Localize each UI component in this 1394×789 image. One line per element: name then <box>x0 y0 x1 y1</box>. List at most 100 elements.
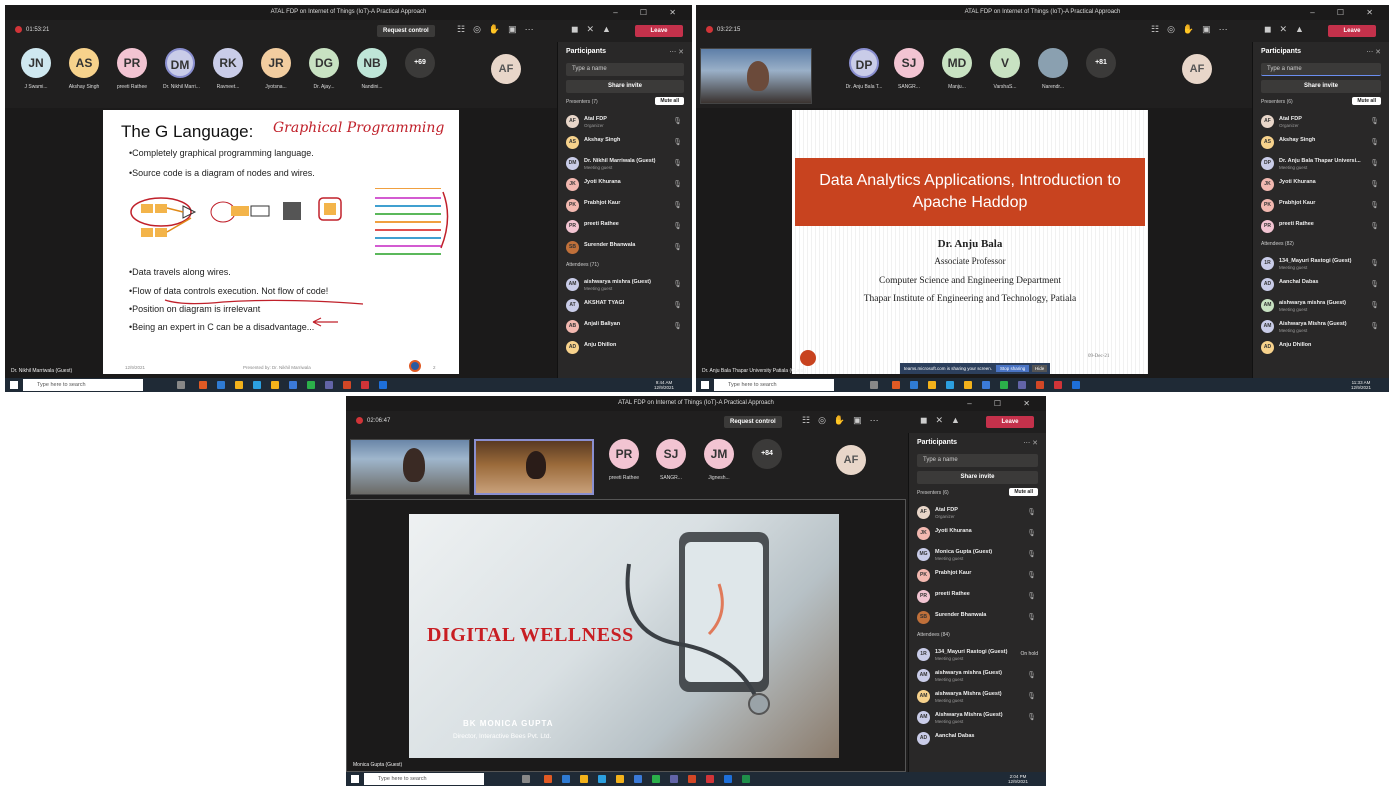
participant-row[interactable]: AM aishwarya Mishra (Guest) Meeting guest 🎙 <box>917 687 1038 708</box>
participant-row[interactable]: SB Surender Bhanwala 🎙 <box>917 608 1038 629</box>
window-controls[interactable]: – ☐ ✕ <box>967 396 1040 411</box>
mic-off-icon[interactable]: 🎙 <box>673 222 682 230</box>
edge-icon[interactable] <box>946 381 954 389</box>
participant-row[interactable]: 1R 134_Mayuri Rastogi (Guest) Meeting gues… <box>917 645 1038 666</box>
hide-button[interactable]: Hide <box>1032 365 1048 372</box>
file-explorer-icon[interactable] <box>928 381 936 389</box>
app-icon[interactable] <box>361 381 369 389</box>
participant-tile[interactable]: PR preeti Rathee <box>115 48 149 90</box>
mic-off-icon[interactable]: 🎙 <box>1370 138 1379 146</box>
participant-tile[interactable]: NB Nandini... <box>355 48 389 90</box>
participant-tile[interactable]: DM Dr. Nikhil Marri... <box>163 48 200 90</box>
participant-row[interactable]: AD Anju Dhillon <box>1261 338 1381 359</box>
app-icon[interactable] <box>217 381 225 389</box>
powerpoint-icon[interactable] <box>343 381 351 389</box>
more-participants[interactable]: +69 <box>403 48 437 78</box>
participant-tile[interactable]: SJ SANGR... <box>654 439 688 481</box>
participant-video[interactable] <box>350 439 470 495</box>
attendees-section[interactable]: Attendees (82) <box>1261 241 1381 251</box>
taskbar-search-input[interactable]: Type here to search <box>714 379 834 391</box>
mic-off-icon[interactable]: 🎙 <box>1027 529 1036 537</box>
participant-tile[interactable]: MD Manju... <box>940 48 974 90</box>
participant-row[interactable]: PR preeti Rathee 🎙 <box>1261 217 1381 238</box>
toolbar-icons[interactable]: ☷◎✋▣⋯ <box>457 24 542 35</box>
app-icon[interactable] <box>964 381 972 389</box>
participant-row[interactable]: AF Atal FDP Organizer 🎙 <box>917 503 1038 524</box>
participant-row[interactable]: 1R 134_Mayuri Rastogi (Guest) Meeting gues… <box>1261 254 1381 275</box>
participant-tile[interactable]: AS Akshay Singh <box>67 48 101 90</box>
participant-row[interactable]: AS Akshay Singh 🎙 <box>1261 133 1381 154</box>
participant-row[interactable]: PR preeti Rathee 🎙 <box>917 587 1038 608</box>
mic-off-icon[interactable]: 🎙 <box>1370 222 1379 230</box>
participant-tile[interactable]: Narendr... <box>1036 48 1070 90</box>
more-participants[interactable]: +84 <box>750 439 784 469</box>
participant-row[interactable]: JK Jyoti Khurana 🎙 <box>1261 175 1381 196</box>
participant-row[interactable]: AT AKSHAT TYAGI 🎙 <box>566 296 684 317</box>
file-explorer-icon[interactable] <box>235 381 243 389</box>
mic-off-icon[interactable]: 🎙 <box>1370 259 1379 267</box>
mic-off-icon[interactable]: 🎙 <box>1027 713 1036 721</box>
teams-icon[interactable] <box>1018 381 1026 389</box>
app-icon[interactable] <box>289 381 297 389</box>
speaker-video[interactable] <box>474 439 594 495</box>
system-clock[interactable]: 9:44 AM 12/9/2021 <box>654 380 674 390</box>
windows-start-icon[interactable] <box>10 381 18 389</box>
media-icons[interactable]: ◼✕▲ <box>571 24 619 35</box>
attendees-section[interactable]: Attendees (84) <box>917 632 1038 642</box>
chrome-icon[interactable] <box>652 775 660 783</box>
participant-row[interactable]: AF Atal FDP Organizer 🎙 <box>1261 112 1381 133</box>
file-explorer-icon[interactable] <box>580 775 588 783</box>
mic-off-icon[interactable]: 🎙 <box>673 180 682 188</box>
presenter-video-bubble[interactable] <box>800 350 816 366</box>
excel-icon[interactable] <box>742 775 750 783</box>
app-icon[interactable] <box>910 381 918 389</box>
toolbar-icons[interactable]: ☷◎✋▣⋯ <box>1151 24 1236 35</box>
word-icon[interactable] <box>379 381 387 389</box>
participant-tile[interactable]: JN J Swami... <box>19 48 53 90</box>
participant-tile[interactable]: RK Ravneet... <box>211 48 245 90</box>
participant-row[interactable]: AS Akshay Singh 🎙 <box>566 133 684 154</box>
close-icon[interactable]: ⋯ ✕ <box>1366 48 1381 56</box>
participant-row[interactable]: SB Surender Bhanwala 🎙 <box>566 238 684 259</box>
participant-row[interactable]: AD Anju Dhillon <box>566 338 684 359</box>
participant-row[interactable]: AM aishwarya mishra (Guest) Meeting guest 🎙 <box>566 275 684 296</box>
share-invite-button[interactable]: Share invite <box>1261 80 1381 93</box>
share-invite-button[interactable]: Share invite <box>917 471 1038 484</box>
participant-tile[interactable]: PR preeti Rathee <box>604 439 644 481</box>
teams-icon[interactable] <box>670 775 678 783</box>
acrobat-icon[interactable] <box>199 381 207 389</box>
mic-off-icon[interactable]: 🎙 <box>673 243 682 251</box>
mic-off-icon[interactable]: 🎙 <box>673 280 682 288</box>
taskbar-search-input[interactable]: Type here to search <box>23 379 143 391</box>
attendees-section[interactable]: Attendees (71) <box>566 262 684 272</box>
mic-off-icon[interactable]: 🎙 <box>1027 692 1036 700</box>
app-icon[interactable] <box>982 381 990 389</box>
participant-tile[interactable]: DG Dr. Ajay... <box>307 48 341 90</box>
participant-row[interactable]: AF Atal FDP Organizer 🎙 <box>566 112 684 133</box>
mic-off-icon[interactable]: 🎙 <box>1027 571 1036 579</box>
taskbar-search-input[interactable]: Type here to search <box>364 773 484 785</box>
windows-start-icon[interactable] <box>351 775 359 783</box>
leave-button[interactable]: Leave <box>635 25 683 37</box>
mute-all-button[interactable]: Mute all <box>1352 97 1381 105</box>
app-icon[interactable] <box>616 775 624 783</box>
participant-row[interactable]: PK Prabhjot Kaur 🎙 <box>917 566 1038 587</box>
participant-row[interactable]: DM Dr. Nikhil Marriwala (Guest) Meeting gu… <box>566 154 684 175</box>
mic-off-icon[interactable]: 🎙 <box>1370 280 1379 288</box>
participant-row[interactable]: PK Prabhjot Kaur 🎙 <box>566 196 684 217</box>
presenters-section[interactable]: Presenters (6) Mute all <box>917 488 1038 500</box>
mic-on-icon[interactable]: 🎙 <box>1370 159 1379 167</box>
mic-off-icon[interactable]: 🎙 <box>1370 201 1379 209</box>
edge-icon[interactable] <box>598 775 606 783</box>
app-icon[interactable] <box>562 775 570 783</box>
leave-button[interactable]: Leave <box>986 416 1034 428</box>
participant-row[interactable]: DP Dr. Anju Bala Thapar Universi... Meetin… <box>1261 154 1381 175</box>
close-icon[interactable]: ⋯ ✕ <box>669 48 684 56</box>
participant-row[interactable]: JK Jyoti Khurana 🎙 <box>566 175 684 196</box>
mic-off-icon[interactable]: 🎙 <box>1027 613 1036 621</box>
participant-tile[interactable]: V VarshaS... <box>988 48 1022 90</box>
mute-all-button[interactable]: Mute all <box>1009 488 1038 496</box>
mute-all-button[interactable]: Mute all <box>655 97 684 105</box>
close-icon[interactable]: ⋯ ✕ <box>1023 439 1038 447</box>
app-icon[interactable] <box>706 775 714 783</box>
